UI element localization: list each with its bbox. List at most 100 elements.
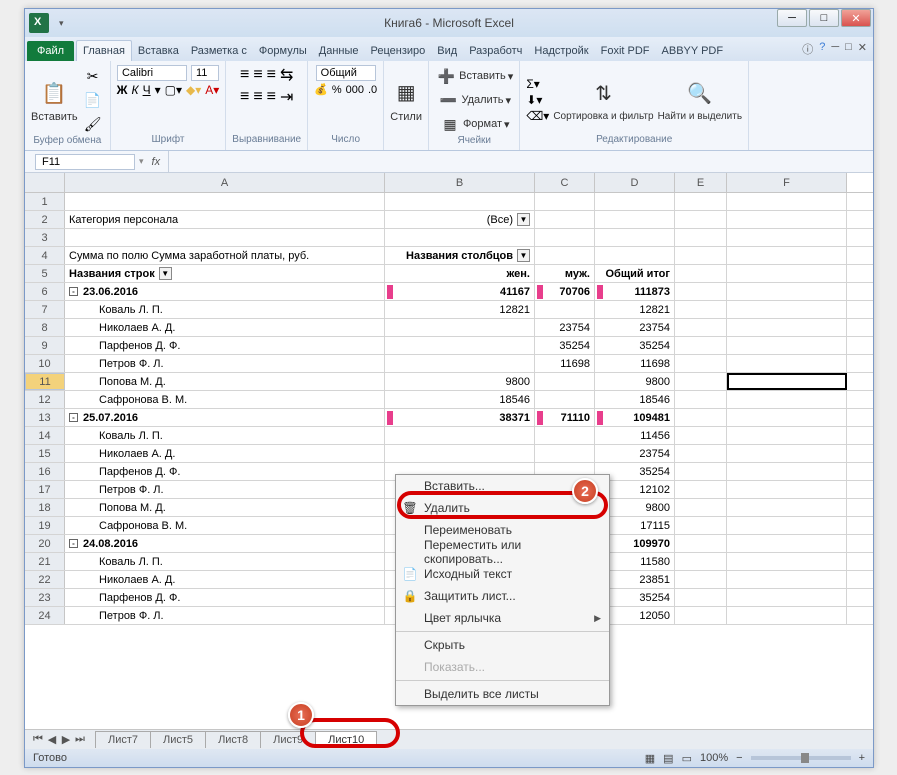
cell[interactable] (535, 427, 595, 444)
fill-down-icon[interactable]: ⬇▾ (526, 93, 549, 107)
ctx-move[interactable]: Переместить или скопировать... (396, 541, 609, 563)
tab-nav-last[interactable]: ⏭ (73, 733, 87, 746)
cell[interactable] (727, 229, 847, 246)
cell[interactable] (385, 193, 535, 210)
cell[interactable]: 109481 (595, 409, 675, 426)
cell[interactable]: 41167 (385, 283, 535, 300)
sheet-tab-active[interactable]: Лист10 (315, 731, 377, 748)
cell[interactable] (727, 391, 847, 408)
cell[interactable] (675, 589, 727, 606)
col-header[interactable]: E (675, 173, 727, 192)
cell[interactable]: Николаев А. Д. (65, 445, 385, 462)
border-button[interactable]: ▢▾ (165, 83, 182, 97)
cell[interactable] (727, 535, 847, 552)
inner-close-icon[interactable]: ✕ (858, 41, 867, 57)
cell[interactable] (675, 499, 727, 516)
col-header[interactable]: F (727, 173, 847, 192)
cells-format-button[interactable]: ▦Формат▾ (439, 113, 510, 135)
cell[interactable] (385, 427, 535, 444)
cell[interactable]: 23754 (595, 445, 675, 462)
cell[interactable] (675, 337, 727, 354)
cell[interactable] (675, 247, 727, 264)
cell[interactable] (675, 301, 727, 318)
cell[interactable] (675, 607, 727, 624)
cell[interactable]: 9800 (385, 373, 535, 390)
formulas-tab[interactable]: Формулы (253, 41, 313, 61)
row-header[interactable]: 5 (25, 265, 65, 282)
cell[interactable]: 18546 (385, 391, 535, 408)
row-header[interactable]: 18 (25, 499, 65, 516)
cell[interactable] (727, 481, 847, 498)
cell[interactable]: Сафронова В. М. (65, 391, 385, 408)
ribbon-min-icon[interactable]: ⓘ (802, 41, 813, 57)
cell[interactable]: муж. (535, 265, 595, 282)
cell[interactable]: Петров Ф. Л. (65, 607, 385, 624)
align-top-icon[interactable]: ≡ (240, 66, 249, 84)
zoom-in-icon[interactable]: + (859, 752, 865, 764)
cell[interactable] (535, 247, 595, 264)
cell[interactable] (727, 553, 847, 570)
cell[interactable]: Петров Ф. Л. (65, 481, 385, 498)
fx-icon[interactable]: fx (144, 156, 169, 168)
cell[interactable] (595, 211, 675, 228)
row-header[interactable]: 6 (25, 283, 65, 300)
zoom-level[interactable]: 100% (700, 752, 728, 764)
layout-tab[interactable]: Разметка с (185, 41, 253, 61)
cell[interactable] (675, 391, 727, 408)
cell[interactable] (675, 571, 727, 588)
cell[interactable] (727, 571, 847, 588)
cell[interactable]: 12821 (385, 301, 535, 318)
row-header[interactable]: 19 (25, 517, 65, 534)
cell[interactable] (65, 193, 385, 210)
cell[interactable] (675, 427, 727, 444)
view-break-icon[interactable]: ▭ (682, 752, 692, 765)
cell[interactable]: Коваль Л. П. (65, 553, 385, 570)
cell[interactable] (727, 607, 847, 624)
row-header[interactable]: 22 (25, 571, 65, 588)
cell[interactable] (675, 355, 727, 372)
cell[interactable] (727, 301, 847, 318)
cell[interactable]: Названия столбцов▼ (385, 247, 535, 264)
ctx-source[interactable]: 📄Исходный текст (396, 563, 609, 585)
cell[interactable] (675, 373, 727, 390)
cell[interactable]: -23.06.2016 (65, 283, 385, 300)
row-header[interactable]: 20 (25, 535, 65, 552)
cell[interactable]: 11698 (595, 355, 675, 372)
cell[interactable]: жен. (385, 265, 535, 282)
cell[interactable] (595, 229, 675, 246)
cell[interactable] (675, 283, 727, 300)
currency-icon[interactable]: 💰 (314, 83, 328, 96)
cell[interactable] (727, 355, 847, 372)
format-painter-icon[interactable]: 🖌 (82, 113, 104, 135)
cell[interactable]: Парфенов Д. Ф. (65, 463, 385, 480)
cells-insert-button[interactable]: ➕Вставить▾ (435, 65, 513, 87)
cell[interactable] (727, 193, 847, 210)
col-header[interactable]: C (535, 173, 595, 192)
cell[interactable] (727, 283, 847, 300)
inc-dec-icon[interactable]: .0 (368, 84, 377, 96)
number-format[interactable]: Общий (316, 65, 376, 81)
insert-tab[interactable]: Вставка (132, 41, 185, 61)
cell[interactable]: -25.07.2016 (65, 409, 385, 426)
comma-icon[interactable]: 000 (346, 84, 364, 96)
cell[interactable]: 35254 (595, 337, 675, 354)
row-header[interactable]: 16 (25, 463, 65, 480)
cell[interactable]: Сумма по полю Сумма заработной платы, ру… (65, 247, 385, 264)
cell[interactable] (535, 229, 595, 246)
close-button[interactable]: ✕ (841, 9, 871, 27)
cell[interactable] (595, 193, 675, 210)
cell[interactable] (727, 373, 847, 390)
row-header[interactable]: 1 (25, 193, 65, 210)
cell[interactable] (727, 265, 847, 282)
cell[interactable] (727, 589, 847, 606)
bold-button[interactable]: Ж (117, 83, 128, 97)
abbyy-tab[interactable]: ABBYY PDF (656, 41, 730, 61)
foxit-tab[interactable]: Foxit PDF (595, 41, 656, 61)
cut-icon[interactable]: ✂ (82, 65, 104, 87)
underline-button[interactable]: Ч (143, 83, 151, 97)
row-header[interactable]: 15 (25, 445, 65, 462)
addins-tab[interactable]: Надстройк (528, 41, 594, 61)
filter-dropdown-icon[interactable]: ▼ (159, 267, 172, 280)
cell[interactable] (727, 247, 847, 264)
cell[interactable] (727, 445, 847, 462)
